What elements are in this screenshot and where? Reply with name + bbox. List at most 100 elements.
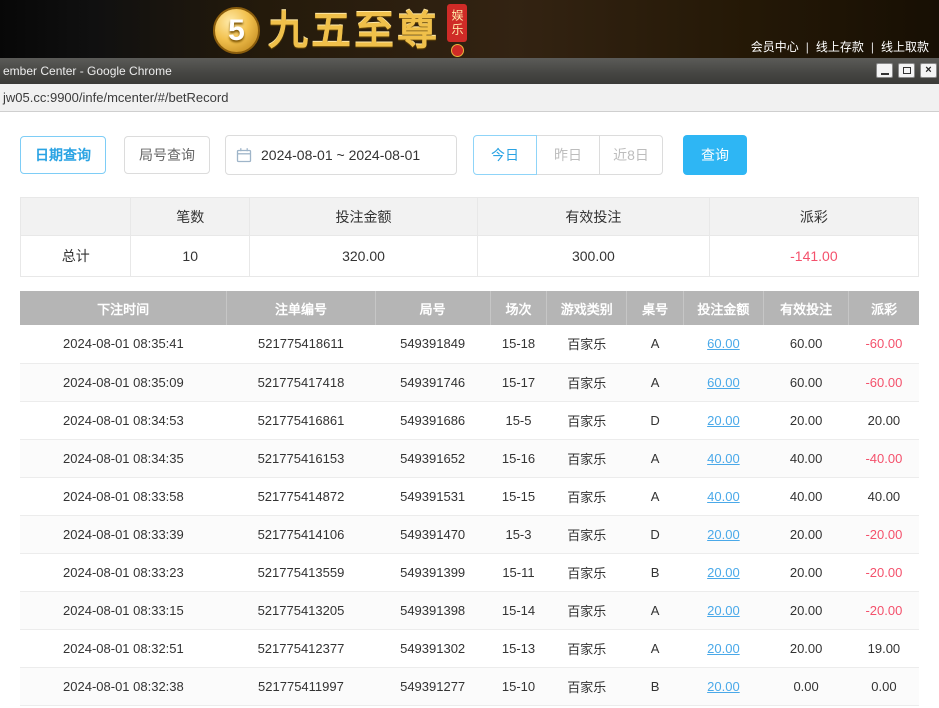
- date-query-button[interactable]: 日期查询: [20, 136, 106, 174]
- summary-header-bet-amount: 投注金额: [249, 198, 477, 236]
- bet-amount-link[interactable]: 40.00: [707, 451, 740, 466]
- cell-valid-bet: 20.00: [763, 515, 848, 553]
- cell-bet-amount: 60.00: [683, 325, 763, 363]
- cell-table-no: A: [627, 629, 684, 667]
- bet-amount-link[interactable]: 20.00: [707, 603, 740, 618]
- cell-table-no: A: [627, 439, 684, 477]
- cell-valid-bet: 0.00: [763, 667, 848, 705]
- bet-amount-link[interactable]: 40.00: [707, 489, 740, 504]
- cell-game-type: 百家乐: [547, 477, 627, 515]
- cell-bet-time: 2024-08-01 08:33:15: [20, 591, 227, 629]
- summary-header-count: 笔数: [131, 198, 250, 236]
- cell-payout: -60.00: [849, 363, 919, 401]
- col-header-payout: 派彩: [849, 291, 919, 325]
- cell-game-type: 百家乐: [547, 667, 627, 705]
- search-button[interactable]: 查询: [683, 135, 747, 175]
- yesterday-button[interactable]: 昨日: [536, 135, 600, 175]
- browser-titlebar: ember Center - Google Chrome ×: [0, 58, 939, 84]
- cell-session: 15-15: [490, 477, 547, 515]
- cell-table-no: D: [627, 515, 684, 553]
- summary-bet-amount-value: 320.00: [249, 236, 477, 277]
- summary-total-row: 总计 10 320.00 300.00 -141.00: [21, 236, 919, 277]
- cell-bet-time: 2024-08-01 08:33:58: [20, 477, 227, 515]
- close-button[interactable]: ×: [920, 63, 937, 78]
- bet-amount-link[interactable]: 20.00: [707, 413, 740, 428]
- bet-amount-link[interactable]: 20.00: [707, 641, 740, 656]
- nav-link[interactable]: 会员中心: [749, 40, 801, 54]
- cell-session: 15-18: [490, 325, 547, 363]
- cell-bet-id: 521775416861: [227, 401, 375, 439]
- cell-round-id: 549391302: [375, 629, 490, 667]
- cell-session: 15-17: [490, 363, 547, 401]
- col-header-bet-amount: 投注金额: [683, 291, 763, 325]
- table-row: 2024-08-01 08:32:38 521775411997 5493912…: [20, 667, 919, 705]
- cell-table-no: A: [627, 591, 684, 629]
- cell-round-id: 549391686: [375, 401, 490, 439]
- cell-table-no: A: [627, 477, 684, 515]
- summary-valid-bet-value: 300.00: [478, 236, 710, 277]
- cell-valid-bet: 20.00: [763, 553, 848, 591]
- cell-payout: 20.00: [849, 401, 919, 439]
- table-row: 2024-08-01 08:35:41 521775418611 5493918…: [20, 325, 919, 363]
- cell-bet-time: 2024-08-01 08:34:53: [20, 401, 227, 439]
- cell-session: 15-5: [490, 401, 547, 439]
- cell-payout: -20.00: [849, 553, 919, 591]
- table-row: 2024-08-01 08:34:53 521775416861 5493916…: [20, 401, 919, 439]
- bet-amount-link[interactable]: 20.00: [707, 679, 740, 694]
- bet-amount-link[interactable]: 60.00: [707, 375, 740, 390]
- cell-game-type: 百家乐: [547, 553, 627, 591]
- cell-round-id: 549391399: [375, 553, 490, 591]
- bet-amount-link[interactable]: 20.00: [707, 565, 740, 580]
- round-query-button[interactable]: 局号查询: [124, 136, 210, 174]
- cell-bet-id: 521775413205: [227, 591, 375, 629]
- cell-table-no: D: [627, 401, 684, 439]
- cell-session: 15-10: [490, 667, 547, 705]
- nav-link[interactable]: 线上存款: [814, 40, 866, 54]
- cell-bet-id: 521775411997: [227, 667, 375, 705]
- site-logo-text: 九五至尊: [268, 7, 440, 55]
- table-row: 2024-08-01 08:35:09 521775417418 5493917…: [20, 363, 919, 401]
- bet-amount-link[interactable]: 20.00: [707, 527, 740, 542]
- nav-separator: |: [866, 40, 879, 54]
- calendar-icon: [236, 147, 252, 163]
- table-header-row: 下注时间 注单编号 局号 场次 游戏类别 桌号 投注金额 有效投注 派彩: [20, 291, 919, 325]
- cell-table-no: B: [627, 553, 684, 591]
- browser-urlbar: jw05.cc:9900/infe/mcenter/#/betRecord: [0, 84, 939, 112]
- address-bar[interactable]: jw05.cc:9900/infe/mcenter/#/betRecord: [0, 90, 228, 105]
- cell-bet-id: 521775417418: [227, 363, 375, 401]
- nav-link[interactable]: 线上取款: [879, 40, 931, 54]
- cell-bet-time: 2024-08-01 08:32:51: [20, 629, 227, 667]
- cell-session: 15-13: [490, 629, 547, 667]
- today-button[interactable]: 今日: [473, 135, 537, 175]
- minimize-button[interactable]: [876, 63, 893, 78]
- cell-valid-bet: 20.00: [763, 629, 848, 667]
- cell-game-type: 百家乐: [547, 401, 627, 439]
- bet-amount-link[interactable]: 60.00: [707, 336, 740, 351]
- window-title: ember Center - Google Chrome: [0, 64, 172, 78]
- last-8-days-button[interactable]: 近8日: [599, 135, 663, 175]
- table-row: 2024-08-01 08:33:39 521775414106 5493914…: [20, 515, 919, 553]
- cell-valid-bet: 20.00: [763, 591, 848, 629]
- col-header-table-no: 桌号: [627, 291, 684, 325]
- cell-round-id: 549391531: [375, 477, 490, 515]
- col-header-round-id: 局号: [375, 291, 490, 325]
- cell-payout: -20.00: [849, 515, 919, 553]
- cell-bet-time: 2024-08-01 08:33:23: [20, 553, 227, 591]
- red-seal-icon: [451, 44, 464, 57]
- cell-table-no: A: [627, 363, 684, 401]
- top-nav-links: 会员中心|线上存款|线上取款: [749, 38, 931, 55]
- page-content: 日期查询 局号查询 2024-08-01 ~ 2024-08-01 今日 昨日 …: [0, 113, 939, 708]
- cell-bet-amount: 20.00: [683, 591, 763, 629]
- quick-range-group: 今日 昨日 近8日: [473, 135, 663, 175]
- date-range-value: 2024-08-01 ~ 2024-08-01: [261, 147, 420, 163]
- summary-total-label: 总计: [21, 236, 131, 277]
- casino-banner: 5 九五至尊 娱乐 会员中心|线上存款|线上取款: [0, 0, 939, 58]
- cell-bet-amount: 20.00: [683, 667, 763, 705]
- cell-game-type: 百家乐: [547, 515, 627, 553]
- cell-session: 15-11: [490, 553, 547, 591]
- cell-bet-id: 521775414106: [227, 515, 375, 553]
- date-range-input[interactable]: 2024-08-01 ~ 2024-08-01: [225, 135, 457, 175]
- col-header-bet-time: 下注时间: [20, 291, 227, 325]
- maximize-button[interactable]: [898, 63, 915, 78]
- cell-bet-time: 2024-08-01 08:34:35: [20, 439, 227, 477]
